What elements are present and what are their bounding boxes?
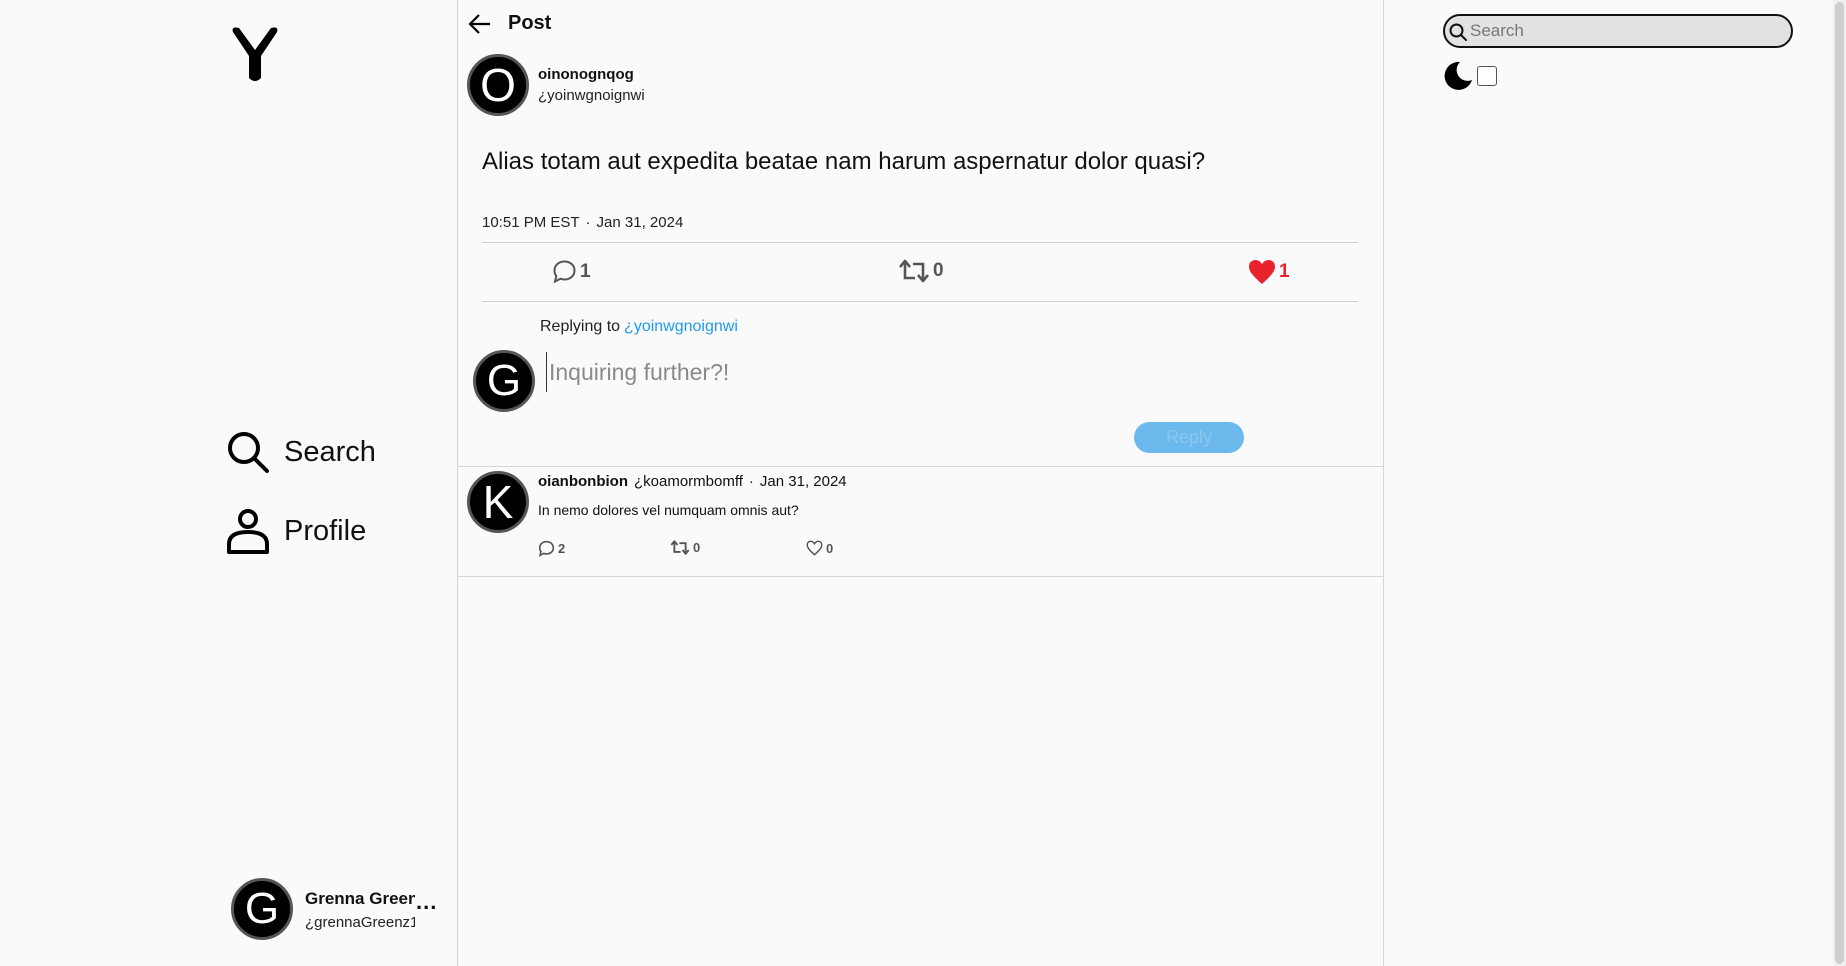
post-detail-column: Post O oinonognqog ¿yoinwgnoignwi Alias … (458, 0, 1384, 966)
reply-header: oianbonbion ¿koamormbomff · Jan 31, 2024 (538, 473, 847, 490)
reply-comment-action[interactable]: 2 (538, 540, 565, 557)
search-icon (228, 432, 269, 473)
replying-to-label: Replying to (540, 318, 621, 335)
like-count: 1 (1279, 261, 1290, 282)
avatar[interactable]: O (467, 54, 529, 116)
divider (482, 242, 1358, 243)
search-input[interactable] (1470, 19, 1786, 43)
repost-action[interactable]: 0 (898, 259, 944, 283)
meta-separator: · (748, 473, 754, 490)
meta-separator: · (585, 214, 591, 231)
repost-icon (899, 259, 929, 283)
reply-author-name[interactable]: oianbonbion (538, 473, 628, 490)
more-options-button[interactable]: ... (416, 889, 437, 915)
avatar: G (231, 878, 293, 940)
reply-repost-action[interactable]: 0 (670, 540, 700, 555)
divider (458, 466, 1384, 467)
nav-profile[interactable]: Profile (226, 508, 366, 554)
repost-icon (670, 540, 690, 555)
right-sidebar (1384, 0, 1846, 966)
reply-text: In nemo dolores vel numquam omnis aut? (538, 502, 799, 518)
moon-icon (1444, 61, 1472, 90)
arrow-left-icon[interactable] (468, 13, 492, 35)
reply-action[interactable]: 1 (552, 259, 591, 284)
reply-like-action[interactable]: 0 (806, 540, 833, 556)
account-handle: ¿grennaGreenz14 (305, 914, 415, 931)
repost-count: 0 (933, 260, 944, 281)
reply-date: Jan 31, 2024 (759, 473, 847, 490)
app-logo[interactable] (229, 26, 281, 82)
left-sidebar: Search Profile G Grenna Green ¿grennaGre… (0, 0, 458, 966)
scrollbar[interactable] (1833, 0, 1846, 966)
replying-to: Replying to ¿yoinwgnoignwi (540, 318, 738, 336)
account-name: Grenna Green (305, 889, 415, 908)
search-icon (1449, 23, 1467, 41)
reply-repost-count: 0 (693, 540, 701, 555)
reply-comment-count: 2 (558, 541, 566, 556)
divider (482, 301, 1358, 302)
divider (458, 576, 1384, 577)
reply-button[interactable]: Reply (1134, 422, 1244, 453)
page-header: Post (468, 12, 551, 35)
dark-mode-checkbox[interactable] (1477, 66, 1497, 86)
nav-search[interactable]: Search (226, 430, 376, 474)
scrollbar-thumb[interactable] (1835, 2, 1844, 964)
author-name[interactable]: oinonognqog (538, 66, 634, 83)
account-switcher[interactable]: G Grenna Green ¿grennaGreenz14 ... (231, 878, 441, 942)
page-title: Post (508, 12, 552, 34)
avatar: G (473, 350, 535, 412)
replying-to-handle-link[interactable]: ¿yoinwgnoignwi (624, 318, 738, 335)
search-bar[interactable] (1443, 14, 1793, 48)
heart-filled-icon (1249, 260, 1275, 284)
reply-count: 1 (580, 260, 591, 282)
nav-search-label: Search (284, 435, 376, 468)
post-time: 10:51 PM EST (482, 214, 580, 231)
comment-icon (553, 260, 576, 284)
post-timestamp: 10:51 PM EST · Jan 31, 2024 (482, 214, 683, 231)
heart-icon (806, 540, 823, 556)
nav-profile-label: Profile (284, 514, 367, 547)
comment-icon (538, 540, 555, 557)
reply-input[interactable] (546, 352, 1326, 392)
person-icon (227, 509, 269, 554)
author-handle[interactable]: ¿yoinwgnoignwi (538, 87, 645, 104)
reply-like-count: 0 (826, 540, 834, 556)
post-date: Jan 31, 2024 (596, 214, 684, 231)
reply-author-handle[interactable]: ¿koamormbomff (634, 473, 743, 490)
avatar[interactable]: K (467, 471, 529, 533)
post-text: Alias totam aut expedita beatae nam haru… (482, 148, 1206, 175)
like-action[interactable]: 1 (1248, 259, 1290, 285)
theme-toggle[interactable] (1443, 61, 1497, 91)
